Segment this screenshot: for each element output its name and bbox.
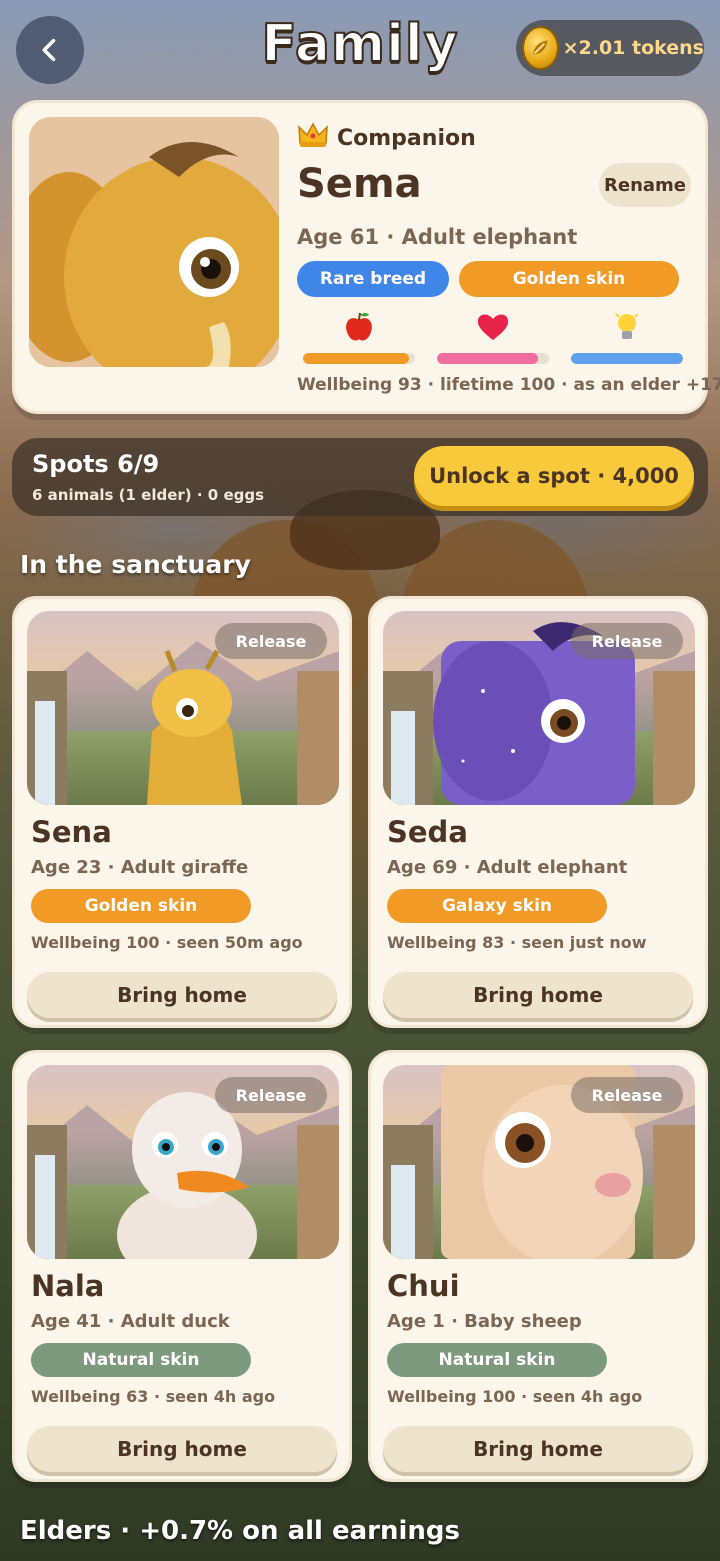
bring-home-button[interactable]: Bring home [383,1426,693,1472]
animal-card-seda[interactable]: Release Seda Age 69 · Adult elephant Gal… [368,596,708,1028]
spots-subtitle: 6 animals (1 elder) · 0 eggs [32,486,265,504]
bring-home-button[interactable]: Bring home [27,972,337,1018]
hunger-bar-fill [303,353,410,364]
mind-bar-fill [571,353,683,364]
lightbulb-icon [614,309,640,345]
animal-card-nala[interactable]: Release Nala Age 41 · Adult duck Natural… [12,1050,352,1482]
crown-icon [297,121,329,155]
companion-photo[interactable] [29,117,279,367]
token-multiplier-pill[interactable]: ×2.01 tokens [516,20,704,76]
companion-name: Sema [297,161,422,207]
animal-card-sena[interactable]: Release Sena Age 23 · Adult giraffe Gold… [12,596,352,1028]
release-button[interactable]: Release [571,623,683,659]
animal-age: Age 69 · Adult elephant [387,857,628,878]
token-multiplier-text: ×2.01 tokens [562,37,704,59]
release-button[interactable]: Release [215,623,327,659]
companion-label: Companion [297,121,476,155]
spots-title: Spots 6/9 [32,450,160,478]
animal-meta: Wellbeing 100 · seen 4h ago [387,1387,643,1406]
companion-tags: Rare breed Golden skin [297,261,679,297]
animal-age: Age 41 · Adult duck [31,1311,230,1332]
release-button[interactable]: Release [571,1077,683,1113]
skin-tag: Natural skin [31,1343,251,1377]
love-stat [437,309,549,364]
heart-icon [476,309,510,345]
hunger-bar [303,353,415,364]
animal-meta: Wellbeing 100 · seen 50m ago [31,933,303,952]
mind-bar [571,353,683,364]
animal-name: Nala [31,1269,105,1303]
animal-meta: Wellbeing 83 · seen just now [387,933,647,952]
love-bar-fill [437,353,538,364]
skin-tag: Golden skin [31,889,251,923]
animal-age: Age 23 · Adult giraffe [31,857,249,878]
animal-name: Seda [387,815,468,849]
animal-age: Age 1 · Baby sheep [387,1311,582,1332]
animal-name: Sena [31,815,112,849]
companion-age: Age 61 · Adult elephant [297,225,578,249]
skin-tag: Natural skin [387,1343,607,1377]
rare-breed-tag: Rare breed [297,261,449,297]
spots-bar: Spots 6/9 6 animals (1 elder) · 0 eggs U… [12,438,708,516]
companion-stats [303,309,683,364]
animal-photo[interactable]: Release [27,1065,339,1259]
unlock-spot-button[interactable]: Unlock a spot · 4,000 [414,446,694,506]
release-button[interactable]: Release [215,1077,327,1113]
coin-icon [522,26,559,70]
skin-tag: Galaxy skin [387,889,607,923]
companion-card: Companion Sema Rename Age 61 · Adult ele… [12,100,720,414]
bring-home-button[interactable]: Bring home [383,972,693,1018]
skin-tag: Golden skin [459,261,679,297]
animal-photo[interactable]: Release [27,611,339,805]
apple-icon [343,309,375,345]
bring-home-button[interactable]: Bring home [27,1426,337,1472]
rename-button[interactable]: Rename [599,163,691,207]
animal-photo[interactable]: Release [383,611,695,805]
love-bar [437,353,549,364]
sanctuary-section-title: In the sanctuary [20,550,251,579]
companion-label-text: Companion [337,125,476,151]
golden-elephant-image [29,117,279,367]
animal-card-chui[interactable]: Release Chui Age 1 · Baby sheep Natural … [368,1050,708,1482]
companion-wellbeing-summary: Wellbeing 93 · lifetime 100 · as an elde… [297,375,720,395]
animal-photo[interactable]: Release [383,1065,695,1259]
mind-stat [571,309,683,364]
hunger-stat [303,309,415,364]
elders-section-title: Elders · +0.7% on all earnings [20,1516,461,1546]
animal-name: Chui [387,1269,460,1303]
animal-meta: Wellbeing 63 · seen 4h ago [31,1387,276,1406]
